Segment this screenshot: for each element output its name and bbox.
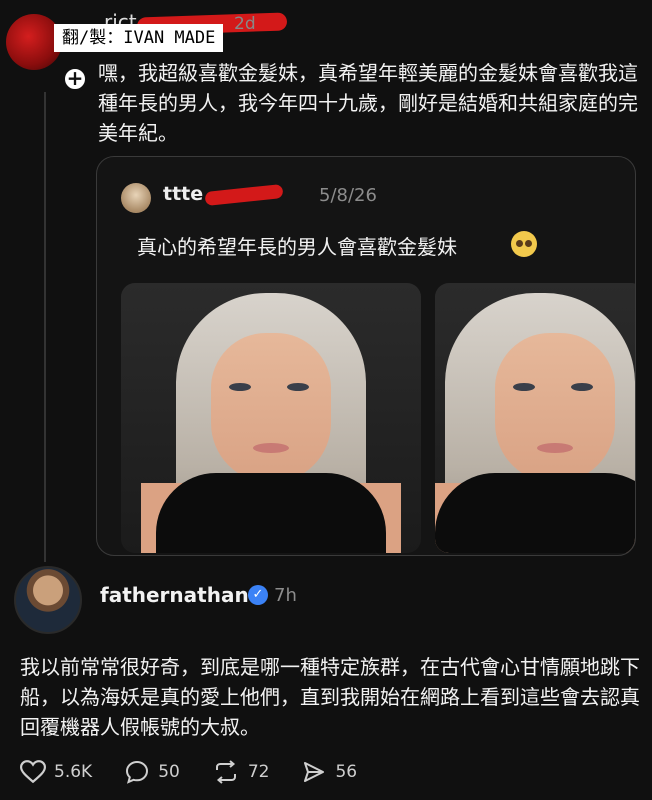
- quoted-date: 5/8/26: [319, 185, 377, 206]
- photo-eye-left: [229, 383, 251, 391]
- comment-bubble-icon: [126, 760, 149, 784]
- comment-count: 50: [158, 762, 180, 782]
- reply-avatar[interactable]: [14, 566, 82, 634]
- quoted-username-text: ttte: [163, 183, 204, 205]
- repost-count: 72: [247, 762, 270, 782]
- watermark: 翻/製：IVAN MADE: [54, 24, 224, 52]
- verified-badge-icon: ✓: [248, 585, 268, 605]
- reply-username[interactable]: fathernathan: [100, 583, 249, 607]
- reply-text: 我以前常常很好奇，到底是哪一種特定族群，在古代會心甘情願地跳下船，以為海妖是真的…: [20, 655, 640, 739]
- follow-plus-icon[interactable]: +: [62, 66, 88, 92]
- quoted-photo-2[interactable]: [435, 283, 635, 553]
- repost-button[interactable]: 72: [212, 760, 270, 784]
- heart-icon: [20, 760, 46, 784]
- photo-eye-right: [571, 383, 593, 391]
- quoted-post-card[interactable]: ttte 5/8/26 真心的希望年長的男人會喜歡金髮妹: [96, 156, 636, 556]
- share-count: 56: [335, 762, 358, 782]
- quoted-text: 真心的希望年長的男人會喜歡金髮妹: [137, 235, 457, 259]
- photo-eye-right: [287, 383, 309, 391]
- photo-shirt: [435, 473, 635, 553]
- pleading-face-icon: [511, 231, 537, 257]
- photo-eye-left: [513, 383, 535, 391]
- quoted-photo-1[interactable]: [121, 283, 421, 553]
- top-post-time: 2d: [234, 14, 256, 34]
- send-icon: [304, 762, 325, 782]
- quoted-username-redaction: [204, 183, 284, 206]
- action-bar: 5.6K 50 72 56: [20, 760, 389, 784]
- like-count: 5.6K: [54, 762, 93, 782]
- photo-shirt: [156, 473, 386, 553]
- photo-lips: [253, 443, 289, 453]
- repost-icon: [215, 760, 236, 784]
- reply-time: 7h: [274, 585, 297, 606]
- top-post-text: 嘿，我超級喜歡金髮妹，真希望年輕美麗的金髮妹會喜歡我這種年長的男人，我今年四十九…: [98, 61, 638, 145]
- quoted-username[interactable]: ttte: [163, 183, 284, 206]
- comment-button[interactable]: 50: [124, 760, 180, 784]
- like-button[interactable]: 5.6K: [20, 760, 92, 784]
- photo-face: [495, 333, 615, 483]
- photo-lips: [537, 443, 573, 453]
- photo-face: [211, 333, 331, 483]
- quoted-avatar[interactable]: [121, 183, 151, 213]
- share-button[interactable]: 56: [301, 760, 357, 784]
- thread-line: [44, 92, 46, 562]
